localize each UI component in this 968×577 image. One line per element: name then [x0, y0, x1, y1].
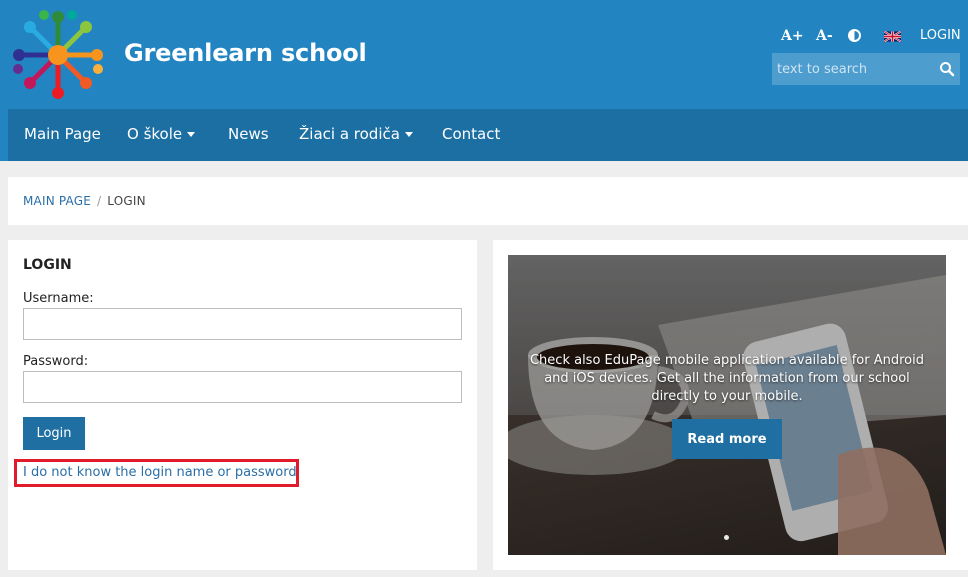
read-more-button[interactable]: Read more	[672, 419, 782, 459]
site-header: Greenlearn school A+ A- LOGIN Main Page …	[0, 0, 968, 161]
uk-flag-icon[interactable]	[884, 31, 901, 42]
main-nav: Main Page O škole News Žiaci a rodiča Co…	[8, 109, 968, 161]
nav-item-label: O škole	[127, 125, 183, 143]
promo-text: Check also EduPage mobile application av…	[529, 353, 924, 404]
search-input[interactable]	[772, 53, 932, 85]
username-field[interactable]	[23, 308, 462, 340]
breadcrumb-separator: /	[97, 194, 102, 208]
breadcrumb-current: LOGIN	[107, 194, 146, 208]
highlight-box: I do not know the login name or password	[14, 459, 299, 487]
login-title: LOGIN	[23, 257, 72, 273]
nav-item-label: Žiaci a rodiča	[299, 125, 400, 143]
school-logo-icon[interactable]	[6, 6, 110, 104]
caret-down-icon	[187, 132, 196, 137]
breadcrumb: MAIN PAGE / LOGIN	[23, 194, 146, 208]
carousel-dot[interactable]	[724, 535, 729, 540]
login-panel: LOGIN Username: Password: Login I do not…	[8, 240, 477, 570]
promo-carousel: Check also EduPage mobile application av…	[508, 255, 946, 555]
nav-item-label: News	[228, 125, 269, 143]
nav-item-label: Main Page	[24, 125, 101, 143]
breadcrumb-main-page[interactable]: MAIN PAGE	[23, 194, 91, 208]
search-box	[772, 53, 960, 85]
font-increase-button[interactable]: A+	[781, 26, 804, 46]
login-button[interactable]: Login	[23, 417, 85, 450]
site-title[interactable]: Greenlearn school	[124, 39, 367, 67]
nav-item-label: Contact	[442, 125, 501, 143]
header-login-link[interactable]: LOGIN	[920, 26, 961, 46]
contrast-icon[interactable]	[848, 29, 861, 42]
caret-down-icon	[404, 132, 413, 137]
nav-item-news[interactable]: News	[228, 109, 269, 161]
font-decrease-button[interactable]: A-	[816, 26, 833, 46]
username-label: Username:	[23, 291, 94, 306]
nav-item-contact[interactable]: Contact	[442, 109, 500, 161]
promo-panel: Check also EduPage mobile application av…	[493, 240, 968, 570]
breadcrumb-bar: MAIN PAGE / LOGIN	[8, 177, 968, 225]
nav-item-main-page[interactable]: Main Page	[24, 109, 101, 161]
nav-item-ziaci-a-rodica[interactable]: Žiaci a rodiča	[299, 109, 413, 161]
password-field[interactable]	[23, 371, 462, 403]
password-label: Password:	[23, 354, 89, 369]
search-icon[interactable]	[939, 61, 955, 77]
nav-item-o-skole[interactable]: O škole	[127, 109, 196, 161]
forgot-credentials-link[interactable]: I do not know the login name or password	[23, 465, 297, 480]
